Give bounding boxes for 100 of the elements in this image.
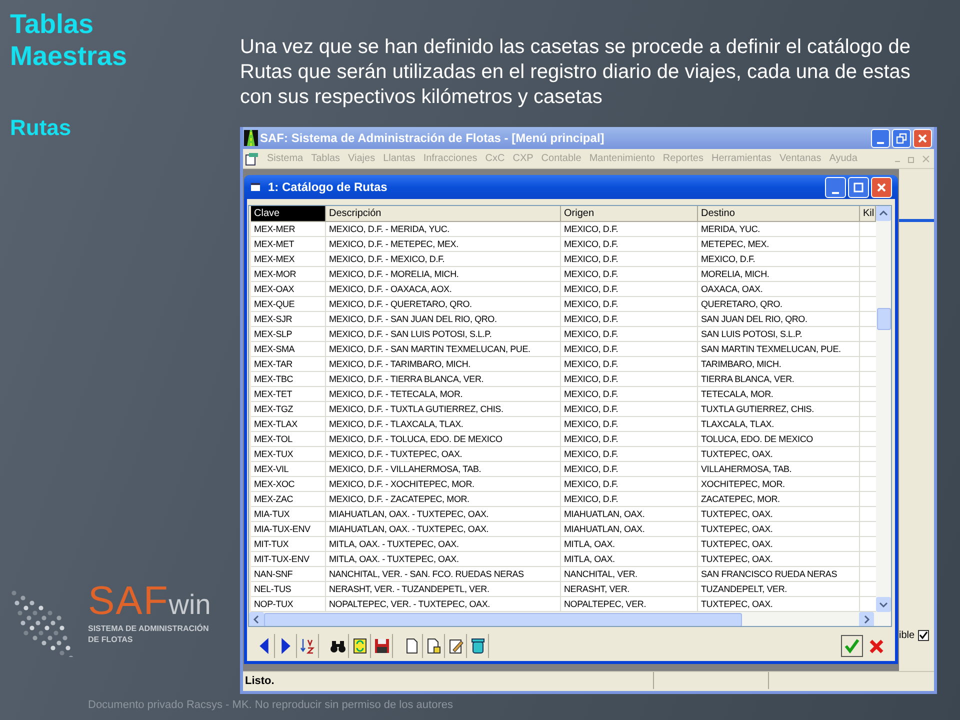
table-cell: MEXICO, D.F. [561,267,698,282]
table-cell: MEXICO, D.F. - TUXTLA GUTIERREZ, CHIS. [326,402,561,417]
table-cell: MEX-TGZ [251,402,326,417]
horizontal-scrollbar[interactable] [249,612,891,626]
triangle-left-icon [258,637,268,655]
page-pencil-icon [446,637,464,655]
child-window-title: 1: Catálogo de Rutas [268,179,388,196]
slide-subtitle: Rutas [10,114,72,142]
table-cell: NOPALTEPEC, VER. - TUXTEPEC, OAX. [326,597,561,612]
scroll-right-icon[interactable] [859,612,874,626]
table-cell: MEX-TAR [251,357,326,372]
column-header[interactable]: Clave [251,206,326,222]
refresh-doc-icon [350,637,368,655]
minimize-icon [832,192,839,194]
table-cell: MEXICO, D.F. [561,327,698,342]
table-cell: MEXICO, D.F. - XOCHITEPEC, MOR. [326,477,561,492]
table-cell: MITLA, OAX. - TUXTEPEC, OAX. [326,537,561,552]
table-cell: MEXICO, D.F. - MORELIA, MICH. [326,267,561,282]
close-button[interactable] [913,128,932,148]
table-cell: MEXICO, D.F. - SAN LUIS POTOSI, S.L.P. [326,327,561,342]
table-cell: MITLA, OAX. [561,552,698,567]
table-cell: ZACATEPEC, MOR. [698,492,860,507]
table-cell: MEXICO, D.F. - QUERETARO, QRO. [326,297,561,312]
table-cell: TUXTLA GUTIERREZ, CHIS. [698,402,860,417]
table-cell: MEXICO, D.F. [561,222,698,237]
scroll-left-icon[interactable] [249,612,264,626]
minimize-button[interactable] [825,176,846,198]
table-cell: NEL-TUS [251,582,326,597]
checkmark-icon [918,631,928,640]
minimize-button[interactable] [871,128,890,148]
table-cell: MEXICO, D.F. [561,402,698,417]
table-cell: NOP-TUX [251,597,326,612]
table-cell: TUXTEPEC, OAX. [698,597,860,612]
logo-brand: SAF [88,579,169,623]
vertical-scrollbar[interactable] [876,206,891,612]
table-cell: MEXICO, D.F. [561,237,698,252]
table-cell: MEX-TBC [251,372,326,387]
table-cell: MEXICO, D.F. [561,417,698,432]
table-cell: VILLAHERMOSA, TAB. [698,462,860,477]
maximize-icon [853,182,864,192]
column-header[interactable]: Kil [860,206,876,222]
table-cell: MEX-MET [251,237,326,252]
table-cell: MEXICO, D.F. - MERIDA, YUC. [326,222,561,237]
table-cell: QUERETARO, QRO. [698,297,860,312]
slide-footer: Documento privado Racsys - MK. No reproducir sin permiso de los autores [88,697,453,713]
table-cell: TIERRA BLANCA, VER. [698,372,860,387]
table-cell: XOCHITEPEC, MOR. [698,477,860,492]
logo-tagline: SISTEMA DE ADMINISTRACIÓN [88,623,210,634]
table-cell: MEXICO, D.F. [698,252,860,267]
table-cell: MEX-XOC [251,477,326,492]
slide-paragraph: Una vez que se han definido las casetas se procede a definir el catálogo de Rutas que serán utilizadas en el registro diario de viajes, cada una de estas con sus respectivos kilómetros y casetas [240,35,912,110]
table-cell: MORELIA, MICH. [698,267,860,282]
table-cell: MEXICO, D.F. [561,462,698,477]
table-cell: MEXICO, D.F. - SAN JUAN DEL RIO, QRO. [326,312,561,327]
column-header[interactable]: Destino [698,206,860,222]
accept-button[interactable] [841,635,863,657]
table-cell: MEXICO, D.F. - TLAXCALA, TLAX. [326,417,561,432]
table-cell: MEXICO, D.F. [561,357,698,372]
table-cell: MIT-TUX [251,537,326,552]
table-cell: TOLUCA, EDO. DE MEXICO [698,432,860,447]
logo-tagline: DE FLOTAS [88,634,134,645]
column-header[interactable]: Origen [561,206,698,222]
table-cell: MEX-SLP [251,327,326,342]
table-cell: NERASHT, VER. [561,582,698,597]
table-cell: SAN MARTIN TEXMELUCAN, PUE. [698,342,860,357]
table-cell: MIAHUATLAN, OAX. - TUXTEPEC, OAX. [326,522,561,537]
table-cell: MIT-TUX-ENV [251,552,326,567]
table-cell: MEXICO, D.F. [561,447,698,462]
table-cell: NERASHT, VER. - TUZANDEPETL, VER. [326,582,561,597]
table-cell: TUZANDEPELT, VER. [698,582,860,597]
column-header[interactable]: Descripción [326,206,561,222]
table-cell: MEX-SJR [251,312,326,327]
scroll-down-icon[interactable] [876,597,891,612]
table-cell: MEX-TOL [251,432,326,447]
close-icon [868,638,884,654]
status-text: Listo. [243,672,654,689]
table-cell: MEXICO, D.F. - TARIMBARO, MICH. [326,357,561,372]
table-cell: MEX-VIL [251,462,326,477]
table-cell: MEX-TET [251,387,326,402]
table-cell: NANCHITAL, VER. [561,567,698,582]
road-icon [244,130,258,146]
restore-button[interactable] [892,128,911,148]
table-cell: MIA-TUX-ENV [251,522,326,537]
table-cell: TETECALA, MOR. [698,387,860,402]
triangle-right-icon [280,637,290,655]
table-cell: MEX-SMA [251,342,326,357]
table-cell: MERIDA, YUC. [698,222,860,237]
table-cell: MEXICO, D.F. [561,432,698,447]
maximize-button[interactable] [848,176,869,198]
scroll-up-icon[interactable] [876,206,891,221]
table-cell: MEXICO, D.F. [561,297,698,312]
table-cell: MEX-MEX [251,252,326,267]
table-cell: MIAHUATLAN, OAX. [561,522,698,537]
checkbox[interactable] [918,630,929,641]
table-cell: MIA-TUX [251,507,326,522]
table-cell: MEX-OAX [251,282,326,297]
scroll-thumb[interactable] [876,308,890,330]
table-cell: MITLA, OAX. [561,537,698,552]
table-cell: MEX-MER [251,222,326,237]
close-button[interactable] [871,176,892,198]
